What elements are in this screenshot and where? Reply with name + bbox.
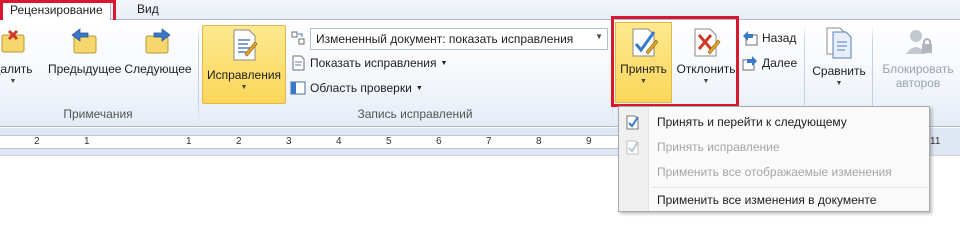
ruler-number: 4 bbox=[336, 136, 342, 147]
previous-change-button[interactable]: Назад bbox=[742, 30, 796, 46]
menu-item-label: Принять и перейти к следующему bbox=[657, 115, 847, 129]
menu-item-accept-change[interactable]: Принять исправление bbox=[619, 135, 929, 159]
delete-comment-button[interactable]: далить ▼ bbox=[0, 26, 38, 85]
next-change-button[interactable]: Далее bbox=[742, 55, 797, 71]
chevron-down-icon: ▼ bbox=[9, 78, 17, 85]
display-for-review-icon bbox=[291, 31, 305, 45]
block-authors-label-line2: авторов bbox=[895, 76, 941, 90]
next-comment-icon bbox=[145, 28, 171, 54]
accept-and-move-icon bbox=[626, 115, 639, 130]
block-authors-icon bbox=[906, 30, 932, 54]
ruler-strip bbox=[0, 135, 620, 149]
accept-change-icon bbox=[626, 140, 639, 155]
reviewing-pane-label: Область проверки bbox=[310, 81, 412, 95]
previous-comment-label: Предыдущее bbox=[48, 62, 122, 76]
compare-documents-icon bbox=[826, 27, 852, 59]
ruler-number: 1 bbox=[84, 136, 90, 147]
track-changes-label: Исправления bbox=[206, 68, 282, 82]
ruler-number: 3 bbox=[286, 136, 292, 147]
menu-item-label: Применить все отображаемые изменения bbox=[657, 165, 892, 179]
ribbon-tab-strip: Рецензирование Вид bbox=[0, 0, 960, 20]
delete-comment-icon bbox=[1, 29, 25, 53]
menu-item-accept-all-shown[interactable]: Применить все отображаемые изменения bbox=[619, 160, 929, 184]
menu-item-accept-and-move-next[interactable]: Принять и перейти к следующему bbox=[619, 110, 929, 134]
track-changes-icon bbox=[233, 29, 258, 61]
ruler-number: 1 bbox=[186, 136, 192, 147]
next-change-icon bbox=[742, 56, 757, 71]
previous-change-label: Назад bbox=[762, 31, 797, 45]
block-authors-button[interactable]: Блокировать авторов bbox=[876, 26, 960, 90]
chevron-down-icon: ▼ bbox=[835, 80, 843, 87]
show-markup-button[interactable]: Показать исправления ▼ bbox=[290, 55, 447, 71]
show-markup-label: Показать исправления bbox=[310, 56, 437, 70]
ruler-number: 6 bbox=[436, 136, 442, 147]
group-separator bbox=[198, 24, 199, 122]
ruler-number: 2 bbox=[236, 136, 242, 147]
menu-item-accept-all[interactable]: Применить все изменения в документе bbox=[619, 188, 929, 212]
ruler-number: 7 bbox=[486, 136, 492, 147]
menu-item-label: Применить все изменения в документе bbox=[657, 193, 877, 207]
block-authors-label-line1: Блокировать bbox=[882, 62, 954, 76]
chevron-down-icon: ▼ bbox=[440, 59, 448, 67]
show-markup-icon bbox=[292, 55, 305, 71]
display-mode-value: Измененный документ: показать исправлени… bbox=[316, 32, 574, 46]
menu-item-label: Принять исправление bbox=[657, 140, 780, 154]
ruler-number: 5 bbox=[386, 136, 392, 147]
chevron-down-icon: ▼ bbox=[240, 84, 248, 91]
next-comment-label: Следующее bbox=[124, 62, 192, 76]
delete-comment-label: далить bbox=[0, 62, 33, 76]
previous-change-icon bbox=[743, 31, 758, 46]
reviewing-pane-button[interactable]: Область проверки ▼ bbox=[290, 80, 423, 96]
group-label-notes: Примечания bbox=[63, 107, 133, 121]
highlight-accept-reject bbox=[611, 16, 739, 107]
accept-dropdown-menu: Принять и перейти к следующему Принять и… bbox=[618, 106, 930, 212]
compare-button[interactable]: Сравнить ▼ bbox=[806, 26, 872, 87]
track-changes-button[interactable]: Исправления ▼ bbox=[202, 28, 286, 91]
ruler-number: 11 bbox=[930, 136, 941, 147]
display-mode-icon-wrap bbox=[290, 30, 306, 46]
tab-view[interactable]: Вид bbox=[130, 1, 166, 20]
next-comment-button[interactable]: Следующее bbox=[122, 26, 194, 76]
ruler-number: 2 bbox=[34, 136, 40, 147]
group-label-tracking: Запись исправлений bbox=[357, 107, 473, 121]
compare-label: Сравнить bbox=[812, 64, 866, 78]
previous-comment-button[interactable]: Предыдущее bbox=[48, 26, 122, 76]
next-change-label: Далее bbox=[762, 56, 798, 70]
ruler-number: 8 bbox=[536, 136, 542, 147]
previous-comment-icon bbox=[71, 28, 97, 54]
chevron-down-icon: ▼ bbox=[595, 32, 603, 41]
ruler-number: 9 bbox=[586, 136, 592, 147]
chevron-down-icon: ▼ bbox=[415, 84, 423, 92]
display-mode-dropdown[interactable]: Измененный документ: показать исправлени… bbox=[310, 28, 608, 50]
reviewing-pane-icon bbox=[290, 81, 306, 95]
